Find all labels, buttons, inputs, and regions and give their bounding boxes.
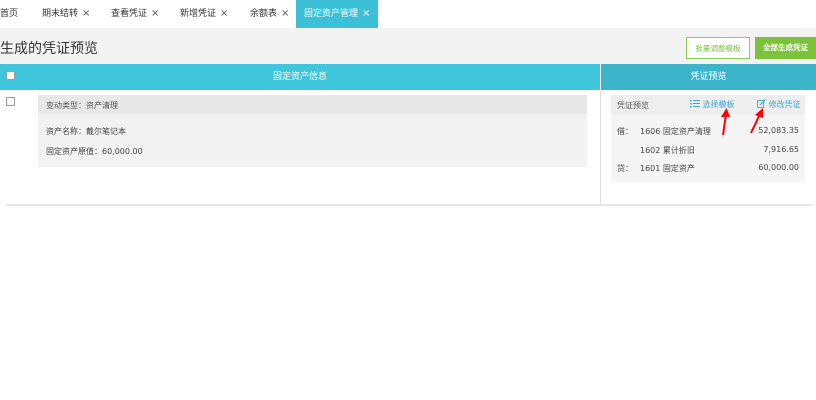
credit-label: 贷： [617, 164, 633, 173]
close-icon[interactable]: × [281, 8, 289, 19]
debit-label: 借： [617, 127, 633, 136]
edit-voucher-label: 修改凭证 [768, 100, 801, 109]
entry-account: 1601 固定资产 [640, 164, 695, 173]
tab-label: 查看凭证 [111, 9, 148, 19]
tab-bar: 首页 期末结转 × 查看凭证 × 新增凭证 × 余额表 × 固定资产管理 × [0, 0, 816, 28]
tab-period-end-carryover[interactable]: 期末结转 × [42, 0, 90, 28]
table-header-voucher-preview: 凭证预览 [601, 64, 816, 90]
close-icon[interactable]: × [151, 8, 159, 19]
tab-view-voucher[interactable]: 查看凭证 × [111, 0, 159, 28]
entry-amount: 7,916.65 [763, 145, 799, 154]
entry-account: 1606 固定资产清理 [640, 127, 711, 136]
annotation-arrow-edit-voucher [750, 108, 763, 134]
column-voucher-preview: 凭证预览 [690, 72, 727, 82]
batch-adjust-template-button[interactable]: 批量调整模板 [686, 37, 750, 59]
annotation-arrow-select-template [721, 108, 730, 136]
asset-info-card-header [38, 95, 587, 114]
table-header-asset-info: 固定资产信息 [0, 64, 600, 90]
voucher-preview-card: 凭证预览 选择模板 修改凭证 借： 1606 固定资产清理 52,083.35 … [611, 95, 805, 182]
entry-amount: 60,000.00 [758, 163, 799, 172]
asset-original-value: 固定资产原值：60,000.00 [46, 147, 143, 156]
generate-all-vouchers-button[interactable]: 全部生成凭证 [755, 37, 816, 59]
change-type: 变动类型：资产清理 [46, 101, 118, 110]
asset-info-card: 变动类型：资产清理 资产名称：戴尔笔记本 固定资产原值：60,000.00 [38, 95, 587, 167]
tab-new-voucher[interactable]: 新增凭证 × [180, 0, 228, 28]
column-divider [600, 90, 601, 205]
close-icon[interactable]: × [362, 8, 370, 19]
tab-balance-sheet[interactable]: 余额表 × [250, 0, 289, 28]
tab-label: 首页 [0, 9, 19, 19]
tab-label: 固定资产管理 [304, 9, 359, 19]
voucher-preview-label: 凭证预览 [617, 101, 649, 110]
entry-account: 1602 累计折旧 [640, 146, 695, 155]
close-icon[interactable]: × [82, 8, 90, 19]
close-icon[interactable]: × [220, 8, 228, 19]
row-checkbox[interactable] [6, 97, 15, 106]
tab-home[interactable]: 首页 [0, 0, 18, 28]
asset-name: 资产名称：戴尔笔记本 [46, 127, 126, 136]
tab-label: 新增凭证 [180, 9, 217, 19]
column-asset-info: 固定资产信息 [272, 72, 327, 82]
table-bottom-border [6, 204, 812, 206]
page-title: 生成的凭证预览 [0, 41, 98, 57]
tab-fixed-asset-management[interactable]: 固定资产管理 × [296, 0, 379, 28]
tab-label: 余额表 [250, 9, 278, 19]
tab-label: 期末结转 [42, 9, 79, 19]
list-icon [690, 100, 703, 109]
